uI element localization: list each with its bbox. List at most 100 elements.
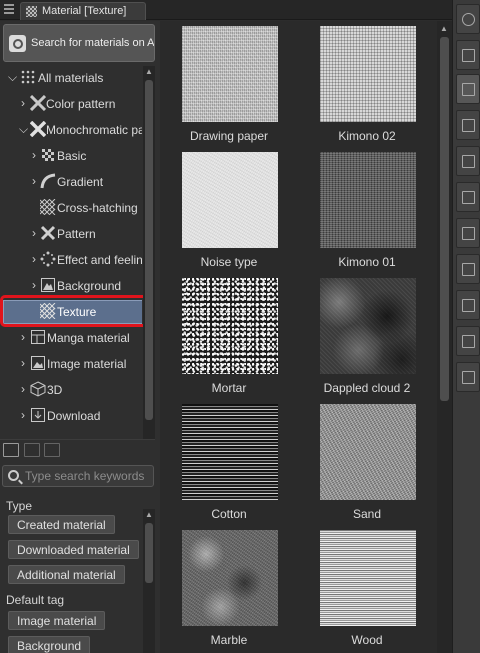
material-name: Sand [352, 507, 382, 521]
dock-tray-button-1[interactable] [456, 110, 480, 140]
tree-item-gradient[interactable]: › Gradient [0, 170, 142, 194]
tab-material-texture[interactable]: Material [Texture] [20, 2, 146, 20]
material-thumbnail[interactable] [182, 152, 278, 248]
tree-item-all-materials[interactable]: ⌵ All materials [0, 66, 142, 90]
material-tile-dappled-cloud-2[interactable]: Dappled cloud 2 [298, 273, 424, 399]
material-name: Drawing paper [189, 129, 269, 143]
scroll-up-arrow-icon[interactable]: ▲ [143, 509, 155, 521]
dock-search-button[interactable] [456, 4, 480, 34]
material-thumbnail[interactable] [182, 278, 278, 374]
duplicate-folder-icon[interactable] [24, 443, 40, 457]
download-tray-icon [462, 119, 475, 132]
panel-icon [462, 191, 475, 204]
panel-menu-icon[interactable] [4, 4, 14, 15]
tag-created-material[interactable]: Created material [8, 515, 115, 534]
material-thumbnail[interactable] [320, 26, 416, 122]
monochromatic-pattern-icon [29, 120, 47, 138]
transform-icon [462, 227, 475, 240]
tab-label: Material [Texture] [42, 5, 127, 17]
search-input[interactable] [25, 468, 153, 484]
tree-scroll-thumb[interactable] [145, 80, 153, 420]
material-name: Marble [210, 633, 248, 647]
material-name: Cotton [211, 507, 247, 521]
magnifier-icon [462, 13, 475, 26]
filter-area: Type Created material Downloaded materia… [0, 491, 155, 653]
material-thumbnail[interactable] [182, 530, 278, 626]
material-thumbnail[interactable] [320, 530, 416, 626]
tree-item-manga-material[interactable]: › Manga material [0, 326, 142, 350]
material-tile-mortar[interactable]: Mortar [160, 273, 286, 399]
material-tile-kimono-02[interactable]: Kimono 02 [298, 21, 424, 147]
material-tile-kimono-01[interactable]: Kimono 01 [298, 147, 424, 273]
search-assets-button[interactable]: Search for materials on ASSETS [3, 24, 155, 62]
dock-panel-button-4[interactable] [456, 290, 480, 320]
dock-material-button[interactable] [456, 74, 480, 104]
edit-folder-icon[interactable] [44, 443, 60, 457]
tree-item-cross-hatching[interactable]: Cross-hatching [0, 196, 142, 220]
material-tree: ⌵ All materials › Color pattern ⌵ Monoch… [0, 66, 142, 426]
tree-item-label: Download [47, 409, 101, 423]
material-name: Mortar [211, 381, 247, 395]
material-thumbnail[interactable] [182, 26, 278, 122]
tree-scrollbar[interactable]: ▲ ▼ [143, 66, 155, 448]
material-thumbnail[interactable] [320, 278, 416, 374]
keyword-search-box [2, 465, 154, 487]
right-dock [452, 0, 480, 653]
texture-highlight-ring [0, 295, 148, 327]
grid-dots-icon [20, 69, 36, 85]
filter-scrollbar[interactable]: ▲ ▼ [143, 509, 155, 653]
scroll-up-arrow-icon[interactable]: ▲ [438, 23, 450, 35]
material-tile-sand[interactable]: Sand [298, 399, 424, 525]
tree-toolbar [0, 439, 155, 461]
tree-item-monochromatic-pattern[interactable]: ⌵ Monochromatic pat [0, 118, 142, 142]
grid-scrollbar[interactable]: ▲ [437, 21, 452, 653]
material-tile-noise-type[interactable]: Noise type [160, 147, 286, 273]
material-thumbnail[interactable] [320, 404, 416, 500]
pattern-icon [40, 225, 56, 241]
tag-background[interactable]: Background [8, 636, 91, 653]
tree-item-3d[interactable]: › 3D [0, 378, 142, 402]
tree-item-color-pattern[interactable]: › Color pattern [0, 92, 142, 116]
image-material-icon [30, 355, 46, 371]
tag-additional-material[interactable]: Additional material [8, 565, 125, 584]
dock-panel-button-6[interactable] [456, 362, 480, 392]
material-thumbnail[interactable] [320, 152, 416, 248]
material-tree-panel: Search for materials on ASSETS ⌵ All mat… [0, 21, 160, 653]
dock-material-download-button[interactable] [456, 40, 480, 70]
panel-title-bar: Material [Texture] [0, 0, 452, 20]
checker-icon [26, 6, 37, 17]
tag-image-material[interactable]: Image material [8, 611, 106, 630]
scroll-up-arrow-icon[interactable]: ▲ [143, 66, 155, 78]
chevron-down-icon[interactable]: ⌵ [19, 122, 29, 137]
tag-downloaded-material[interactable]: Downloaded material [8, 540, 139, 559]
tree-item-basic[interactable]: › Basic [0, 144, 142, 168]
dock-panel-button-2[interactable] [456, 218, 480, 248]
tree-item-image-material[interactable]: › Image material [0, 352, 142, 376]
material-tile-wood[interactable]: Wood [298, 525, 424, 651]
dock-tray-button-2[interactable] [456, 146, 480, 176]
gradient-icon [40, 173, 56, 189]
download-icon [30, 407, 46, 423]
dock-panel-button-5[interactable] [456, 326, 480, 356]
tree-item-label: All materials [38, 71, 104, 85]
material-name: Wood [351, 633, 383, 647]
grid-scroll-thumb[interactable] [440, 37, 449, 401]
material-tile-cotton[interactable]: Cotton [160, 399, 286, 525]
new-folder-icon[interactable] [3, 443, 19, 457]
material-thumbnail[interactable] [182, 404, 278, 500]
search-icon[interactable] [8, 470, 19, 481]
type-heading: Type [6, 499, 33, 513]
cube-3d-icon [30, 381, 46, 397]
tree-item-effect-and-feeling[interactable]: › Effect and feelin [0, 248, 142, 272]
dock-panel-button-3[interactable] [456, 254, 480, 284]
tree-item-label: Monochromatic pat [46, 123, 142, 137]
tree-item-label: Manga material [47, 331, 130, 345]
filter-scroll-thumb[interactable] [145, 523, 153, 583]
tree-item-pattern[interactable]: › Pattern [0, 222, 142, 246]
material-tile-drawing-paper[interactable]: Drawing paper [160, 21, 286, 147]
tree-item-download[interactable]: › Download [0, 404, 142, 426]
dock-panel-button-1[interactable] [456, 182, 480, 212]
chevron-down-icon[interactable]: ⌵ [8, 70, 18, 85]
color-pattern-icon [29, 94, 47, 112]
material-tile-marble[interactable]: Marble [160, 525, 286, 651]
